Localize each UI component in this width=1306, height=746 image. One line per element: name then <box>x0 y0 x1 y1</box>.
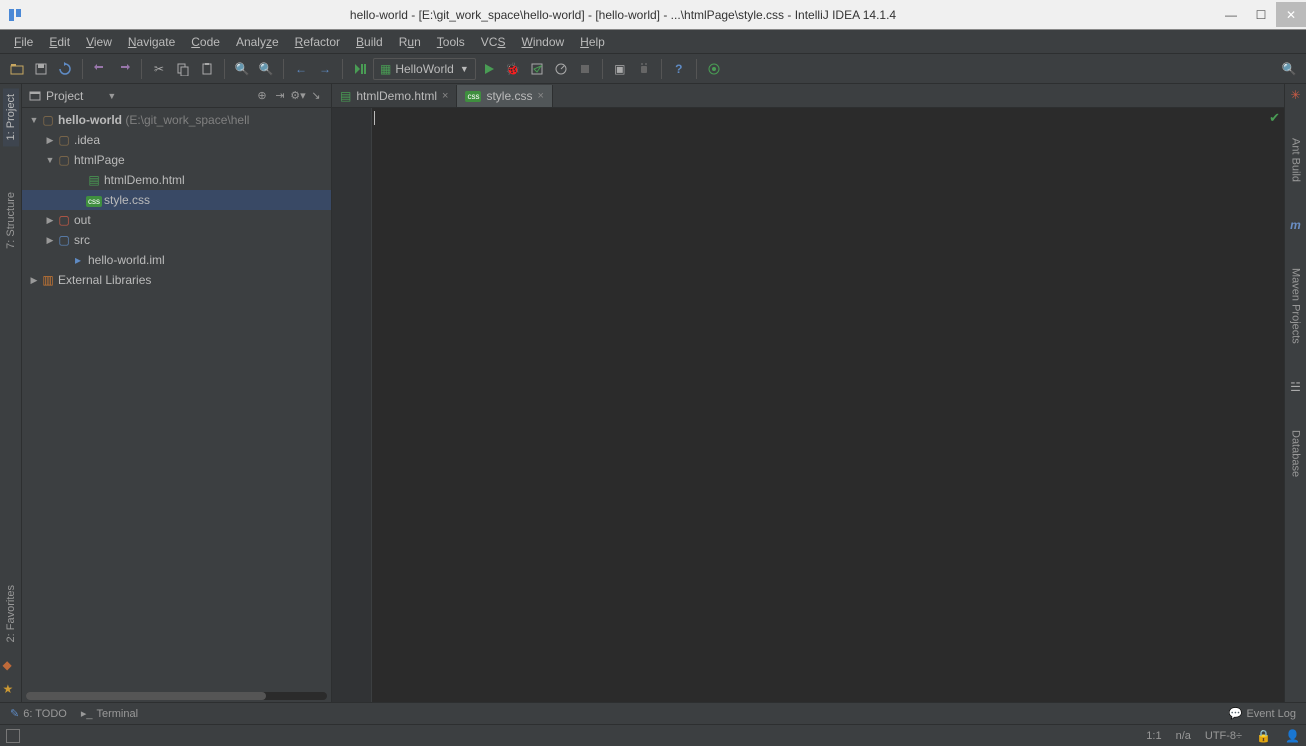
right-tool-strip: ✳ Ant Build m Maven Projects ☱ Database <box>1284 84 1306 702</box>
avd-icon[interactable]: ▣ <box>609 58 631 80</box>
tool-windows-icon[interactable] <box>6 729 20 743</box>
scroll-to-icon[interactable]: ⊕ <box>253 89 271 102</box>
left-tool-strip: 1: Project 7: Structure 2: Favorites ◆ ★ <box>0 84 22 702</box>
run-config-label: HelloWorld <box>395 62 453 76</box>
menu-refactor[interactable]: Refactor <box>287 32 348 52</box>
menu-window[interactable]: Window <box>513 32 572 52</box>
profile-icon[interactable] <box>550 58 572 80</box>
app-icon <box>0 0 30 30</box>
tab-database[interactable]: Database <box>1288 424 1304 483</box>
find-icon[interactable]: 🔍 <box>231 58 253 80</box>
close-button[interactable]: ✕ <box>1276 2 1306 27</box>
editor-tabs: ▤ htmlDemo.html × css style.css × <box>332 84 1284 108</box>
inspection-ok-icon[interactable]: ✔ <box>1269 110 1280 126</box>
favorites-icon[interactable]: ★ <box>3 682 19 696</box>
coverage-icon[interactable] <box>526 58 548 80</box>
collapse-icon[interactable]: ⇥ <box>271 89 289 102</box>
tree-htmlpage[interactable]: ▼▢htmlPage <box>22 150 331 170</box>
database-icon[interactable]: ☱ <box>1290 380 1301 394</box>
editor-tab-stylecss[interactable]: css style.css × <box>457 85 552 107</box>
project-view-selector[interactable]: ▼ <box>107 91 116 101</box>
project-h-scrollbar[interactable] <box>26 692 327 700</box>
titlebar: hello-world - [E:\git_work_space\hello-w… <box>0 0 1306 30</box>
ant-icon[interactable]: ✳ <box>1290 88 1300 102</box>
menu-build[interactable]: Build <box>348 32 391 52</box>
make-icon[interactable] <box>349 58 371 80</box>
status-encoding[interactable]: UTF-8÷ <box>1205 730 1242 742</box>
tree-out[interactable]: ▶▢out <box>22 210 331 230</box>
bottom-tool-strip: ✎6: TODO ▸_Terminal 💬Event Log <box>0 702 1306 724</box>
tab-structure[interactable]: 7: Structure <box>3 186 19 255</box>
menu-vcs[interactable]: VCS <box>473 32 514 52</box>
tab-project[interactable]: 1: Project <box>3 88 19 146</box>
sync-icon[interactable] <box>54 58 76 80</box>
close-tab-icon[interactable]: × <box>442 90 448 102</box>
readonly-icon[interactable]: 🔒 <box>1256 729 1271 743</box>
tab-ant[interactable]: Ant Build <box>1288 132 1304 188</box>
forward-icon[interactable]: → <box>314 58 336 80</box>
structure-icon[interactable]: ◆ <box>3 658 19 672</box>
menu-run[interactable]: Run <box>391 32 429 52</box>
replace-icon[interactable]: 🔍 <box>255 58 277 80</box>
status-position[interactable]: 1:1 <box>1146 730 1161 742</box>
help-icon[interactable]: ? <box>668 58 690 80</box>
editor-area: ▤ htmlDemo.html × css style.css × ✔ <box>332 84 1284 702</box>
window-title: hello-world - [E:\git_work_space\hello-w… <box>30 8 1216 22</box>
editor-gutter <box>332 108 372 702</box>
tree-htmldemo[interactable]: ▤htmlDemo.html <box>22 170 331 190</box>
menu-edit[interactable]: Edit <box>41 32 78 52</box>
tree-src[interactable]: ▶▢src <box>22 230 331 250</box>
cut-icon[interactable]: ✂ <box>148 58 170 80</box>
toolbar: ✂ 🔍 🔍 ← → ▦ HelloWorld ▼ 🐞 ▣ ? 🔍 <box>0 54 1306 84</box>
menu-tools[interactable]: Tools <box>429 32 473 52</box>
maven-icon[interactable]: m <box>1290 218 1301 232</box>
minimize-button[interactable]: — <box>1216 2 1246 27</box>
run-icon[interactable] <box>478 58 500 80</box>
tab-maven[interactable]: Maven Projects <box>1288 262 1304 350</box>
redo-icon[interactable] <box>113 58 135 80</box>
tree-idea[interactable]: ▶▢.idea <box>22 130 331 150</box>
search-everywhere-icon[interactable]: 🔍 <box>1278 58 1300 80</box>
menubar: File Edit View Navigate Code Analyze Ref… <box>0 30 1306 54</box>
back-icon[interactable]: ← <box>290 58 312 80</box>
menu-code[interactable]: Code <box>183 32 228 52</box>
status-insert[interactable]: n/a <box>1176 730 1191 742</box>
run-config-selector[interactable]: ▦ HelloWorld ▼ <box>373 58 476 80</box>
menu-analyze[interactable]: Analyze <box>228 32 287 52</box>
hector-icon[interactable]: 👤 <box>1285 729 1300 743</box>
hide-icon[interactable]: ↘ <box>307 89 325 102</box>
tree-iml[interactable]: ▸hello-world.iml <box>22 250 331 270</box>
copy-icon[interactable] <box>172 58 194 80</box>
tab-event-log[interactable]: 💬Event Log <box>1229 707 1296 720</box>
menu-navigate[interactable]: Navigate <box>120 32 183 52</box>
close-tab-icon[interactable]: × <box>537 90 543 102</box>
gradle-icon[interactable] <box>703 58 725 80</box>
open-icon[interactable] <box>6 58 28 80</box>
project-panel: Project ▼ ⊕ ⇥ ⚙▾ ↘ ▼ ▢ hello-world (E:\g… <box>22 84 332 702</box>
stop-icon[interactable] <box>574 58 596 80</box>
tab-terminal[interactable]: ▸_Terminal <box>81 707 138 720</box>
editor-tab-htmldemo[interactable]: ▤ htmlDemo.html × <box>332 85 457 107</box>
tab-favorites[interactable]: 2: Favorites <box>3 579 19 648</box>
editor-body[interactable]: ✔ <box>332 108 1284 702</box>
menu-file[interactable]: File <box>6 32 41 52</box>
project-panel-title[interactable]: Project <box>28 89 83 103</box>
project-tree[interactable]: ▼ ▢ hello-world (E:\git_work_space\hell … <box>22 108 331 692</box>
android-icon[interactable] <box>633 58 655 80</box>
tree-external-libs[interactable]: ▶▥External Libraries <box>22 270 331 290</box>
statusbar: 1:1 n/a UTF-8÷ 🔒 👤 <box>0 724 1306 746</box>
maximize-button[interactable]: ☐ <box>1246 2 1276 27</box>
settings-icon[interactable]: ⚙▾ <box>289 89 307 102</box>
paste-icon[interactable] <box>196 58 218 80</box>
menu-help[interactable]: Help <box>572 32 613 52</box>
tree-stylecss[interactable]: cssstyle.css <box>22 190 331 210</box>
tree-root[interactable]: ▼ ▢ hello-world (E:\git_work_space\hell <box>22 110 331 130</box>
debug-icon[interactable]: 🐞 <box>502 58 524 80</box>
save-icon[interactable] <box>30 58 52 80</box>
caret <box>374 111 375 125</box>
menu-view[interactable]: View <box>78 32 120 52</box>
tab-todo[interactable]: ✎6: TODO <box>10 707 67 720</box>
undo-icon[interactable] <box>89 58 111 80</box>
